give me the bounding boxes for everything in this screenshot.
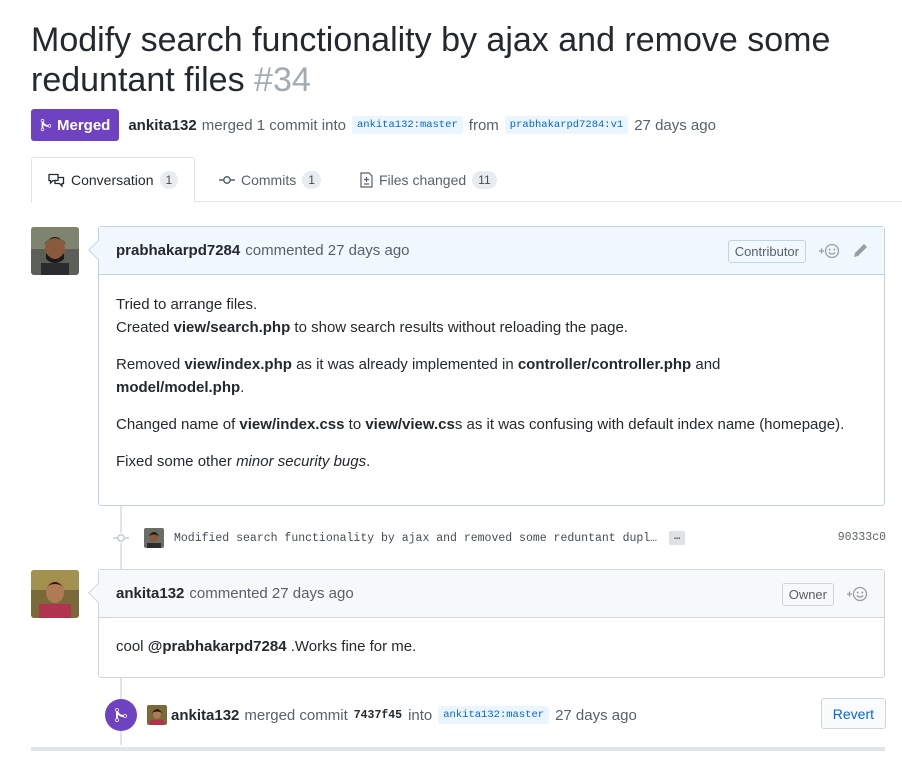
avatar-prabhakarpd7284[interactable]	[31, 227, 79, 275]
text-line: .	[240, 379, 245, 396]
comment-ankita132: ankita132 commented 27 days ago Owner co…	[88, 569, 885, 678]
git-commit-icon	[219, 175, 235, 185]
git-commit-icon	[112, 533, 130, 543]
comment-prabhakarpd7284: prabhakarpd7284 commented 27 days ago Co…	[88, 226, 885, 506]
emphasis-text: minor security bugs	[236, 453, 367, 470]
tab-files-changed[interactable]: Files changed 11	[344, 157, 513, 202]
commit-event: Modified search functionality by ajax an…	[112, 525, 886, 551]
merge-event: ankita132 merged commit 7437f45 into ank…	[105, 698, 886, 732]
timeline-end-divider	[31, 747, 885, 751]
file-path: view/search.php	[173, 319, 291, 336]
merged-state-label: Merged	[57, 116, 111, 134]
from-text: from	[468, 116, 499, 134]
merge-time-ago[interactable]: 27 days ago	[555, 707, 637, 724]
merged-state-badge: Merged	[31, 109, 120, 141]
text-line: .Works fine for me.	[286, 638, 417, 655]
comment-timestamp[interactable]: commented 27 days ago	[245, 242, 409, 259]
text-line: s as it was confusing with default index…	[454, 416, 845, 433]
tab-files-label: Files changed	[379, 171, 467, 188]
commit-author-avatar[interactable]	[144, 528, 164, 548]
pr-time-ago: 27 days ago	[634, 116, 716, 134]
text-line: Created	[116, 319, 174, 336]
merged-commit-text: merged commit	[244, 706, 348, 724]
comment-paragraph: Tried to arrange files. Created view/sea…	[116, 293, 867, 339]
comment-paragraph: Removed view/index.php as it was already…	[116, 353, 867, 399]
file-diff-icon	[360, 171, 373, 188]
base-branch[interactable]: ankita132:master	[351, 116, 463, 134]
tab-commits-label: Commits	[241, 171, 297, 188]
comment-paragraph: Changed name of view/index.css to view/v…	[116, 413, 867, 436]
comment-author[interactable]: prabhakarpd7284	[116, 242, 240, 259]
revert-button[interactable]: Revert	[820, 698, 886, 729]
text-line: .	[366, 453, 371, 470]
pr-number: #34	[254, 61, 311, 99]
text-line: Changed name of	[116, 416, 240, 433]
text-line: Tried to arrange files.	[116, 296, 258, 313]
text-line: Removed	[116, 356, 185, 373]
merger-name[interactable]: ankita132	[171, 707, 239, 724]
contributor-badge: Contributor	[727, 239, 806, 263]
expand-commit-button[interactable]: …	[669, 531, 686, 545]
comment-paragraph: Fixed some other minor security bugs.	[116, 450, 867, 473]
text-line: and	[691, 356, 721, 373]
add-reaction-icon[interactable]	[818, 242, 840, 260]
tab-conversation[interactable]: Conversation 1	[31, 157, 196, 203]
comment-paragraph: cool @prabhakarpd7284 .Works fine for me…	[116, 635, 867, 658]
head-branch[interactable]: prabhakarpd7284:v1	[504, 116, 629, 134]
comment-author[interactable]: ankita132	[116, 585, 184, 602]
add-reaction-icon[interactable]	[846, 585, 868, 603]
avatar-ankita132[interactable]	[31, 570, 79, 618]
pr-tabs: Conversation 1 Commits 1 Files changed 1…	[31, 157, 902, 203]
commit-sha[interactable]: 90333c0	[838, 531, 886, 544]
merge-commit-sha[interactable]: 7437f45	[354, 709, 402, 722]
text-line: as it was already implemented in	[291, 356, 518, 373]
tab-files-count: 11	[472, 170, 497, 189]
file-path: controller/controller.php	[517, 356, 692, 373]
git-merge-icon	[105, 699, 137, 731]
owner-badge: Owner	[781, 582, 834, 606]
comment-discussion-icon	[48, 173, 65, 188]
tab-commits-count: 1	[302, 170, 321, 189]
comment-body: Tried to arrange files. Created view/sea…	[99, 275, 884, 489]
pencil-icon[interactable]	[852, 243, 868, 259]
into-text: into	[408, 706, 433, 724]
comment-actions: Contributor	[727, 227, 868, 275]
file-path: view/view.cs	[365, 416, 455, 433]
pr-merger-link[interactable]: ankita132	[128, 117, 196, 134]
user-mention[interactable]: @prabhakarpd7284	[148, 638, 287, 655]
pr-title-text: Modify search functionality by ajax and …	[31, 21, 831, 99]
merger-avatar[interactable]	[147, 705, 167, 725]
pr-meta: Merged ankita132 merged 1 commit into an…	[31, 109, 716, 141]
file-path: view/index.css	[239, 416, 345, 433]
comment-header: ankita132 commented 27 days ago Owner	[99, 570, 884, 618]
tab-commits[interactable]: Commits 1	[203, 157, 337, 202]
comment-header: prabhakarpd7284 commented 27 days ago Co…	[99, 227, 884, 275]
tab-conversation-count: 1	[159, 171, 179, 189]
git-merge-icon	[40, 118, 52, 132]
text-line: to	[344, 416, 366, 433]
comment-body: cool @prabhakarpd7284 .Works fine for me…	[99, 618, 884, 674]
pr-title: Modify search functionality by ajax and …	[31, 20, 891, 100]
commit-message[interactable]: Modified search functionality by ajax an…	[174, 532, 657, 545]
file-path: view/index.php	[184, 356, 292, 373]
file-path: model/model.php	[116, 379, 241, 396]
text-line: cool	[116, 638, 148, 655]
text-line: Fixed some other	[116, 453, 237, 470]
comment-timestamp[interactable]: commented 27 days ago	[189, 585, 353, 602]
merged-text: merged 1 commit into	[201, 116, 346, 134]
tab-conversation-label: Conversation	[71, 172, 154, 188]
text-line: to show search results without reloading…	[290, 319, 628, 336]
comment-actions: Owner	[781, 570, 868, 618]
merge-target-branch[interactable]: ankita132:master	[438, 706, 550, 724]
